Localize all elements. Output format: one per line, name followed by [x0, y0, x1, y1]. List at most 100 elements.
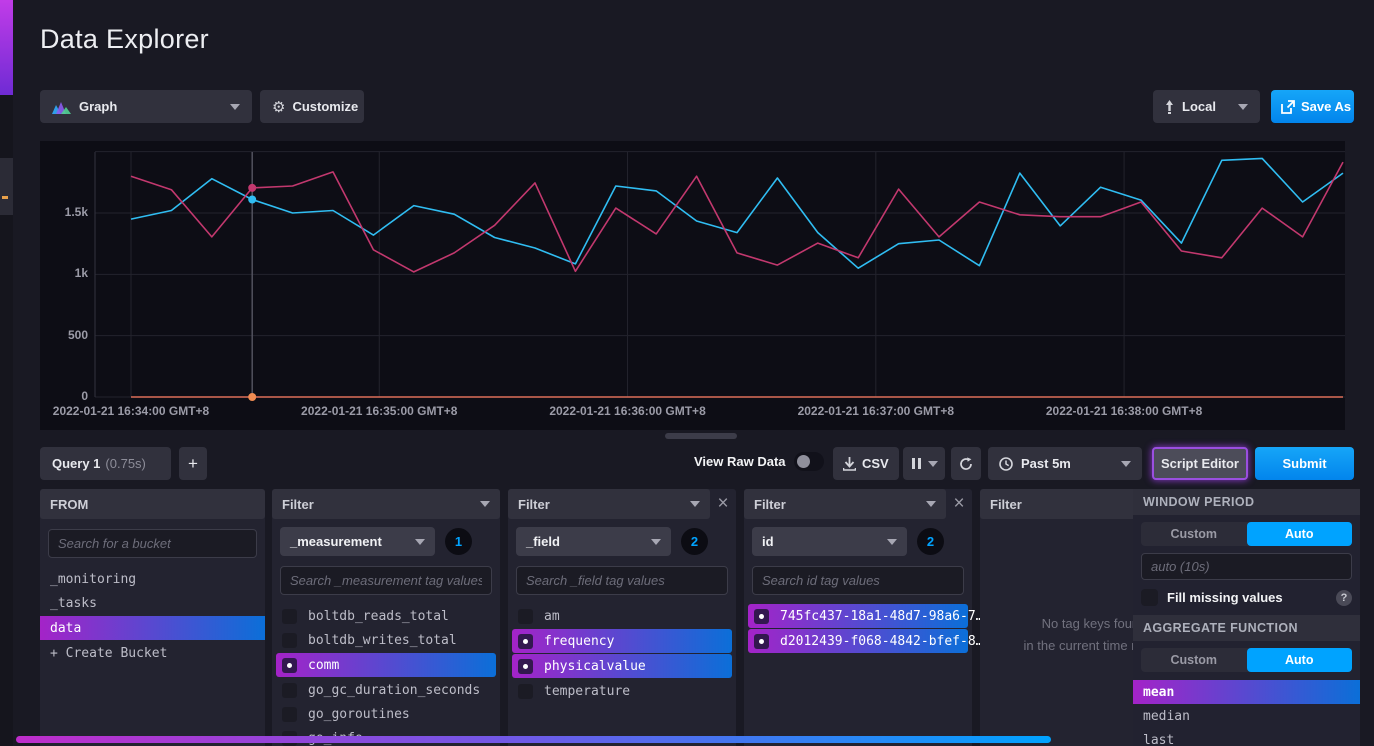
tag-value-row[interactable]: boltdb_reads_total	[272, 604, 500, 628]
checkbox-checked-icon[interactable]	[518, 634, 533, 649]
tag-value-row[interactable]: go_gc_duration_seconds	[272, 678, 500, 702]
tag-value-row[interactable]: d2012439-f068-4842-bfef-8…	[748, 629, 968, 653]
tag-value-row[interactable]: go_goroutines	[272, 702, 500, 726]
window-period-title: WINDOW PERIOD	[1133, 489, 1360, 515]
nav-rail	[0, 0, 13, 746]
help-icon[interactable]: ?	[1336, 590, 1352, 606]
bucket-row[interactable]: _monitoring	[40, 567, 265, 591]
chart-canvas	[40, 141, 1345, 430]
y-axis-tick-label: 1k	[46, 266, 88, 280]
chevron-down-icon	[1121, 461, 1131, 467]
tag-value-row[interactable]: comm	[276, 653, 496, 677]
chevron-down-icon	[887, 539, 897, 545]
pause-icon	[912, 458, 921, 469]
write-target-label: Local	[1182, 99, 1216, 114]
window-custom-option[interactable]: Custom	[1141, 522, 1247, 546]
clock-icon	[999, 457, 1013, 471]
aggregate-function-row[interactable]: mean	[1133, 680, 1360, 704]
checkbox-icon[interactable]	[282, 609, 297, 624]
filter-panel-id: Filter × id 2 745fc437-18a1-48d7-98a6-7……	[744, 489, 972, 746]
chevron-down-icon	[1238, 104, 1248, 110]
bucket-search-input[interactable]	[48, 529, 257, 558]
nav-rail-logo-strip[interactable]	[0, 0, 13, 95]
customize-button[interactable]: ⚙ Customize	[260, 90, 364, 123]
add-query-button[interactable]: +	[179, 447, 207, 480]
checkbox-checked-icon[interactable]	[518, 659, 533, 674]
time-series-chart[interactable]: 05001k1.5k 2022-01-21 16:34:00 GMT+82022…	[40, 141, 1345, 430]
write-target-dropdown[interactable]: Local	[1153, 90, 1260, 123]
checkbox-icon[interactable]	[282, 633, 297, 648]
panel-resize-handle[interactable]	[665, 433, 737, 439]
tag-value-label: physicalvalue	[544, 659, 646, 674]
selected-count-badge: 2	[917, 528, 944, 555]
tag-value-search-input[interactable]	[752, 566, 964, 595]
window-auto-option[interactable]: Auto	[1247, 522, 1353, 546]
checkbox-checked-icon[interactable]	[754, 609, 769, 624]
x-axis-tick-label: 2022-01-21 16:35:00 GMT+8	[301, 404, 457, 418]
checkbox-icon[interactable]	[518, 684, 533, 699]
area-chart-icon	[52, 100, 71, 114]
tag-value-row[interactable]: boltdb_writes_total	[272, 628, 500, 652]
bucket-row[interactable]: _tasks	[40, 591, 265, 615]
chevron-down-icon	[415, 539, 425, 545]
checkbox-checked-icon[interactable]	[282, 658, 297, 673]
chevron-down-icon	[928, 461, 938, 467]
tag-key-dropdown[interactable]: _field	[516, 527, 671, 556]
bucket-row[interactable]: data	[40, 616, 265, 640]
visualization-type-dropdown[interactable]: Graph	[40, 90, 252, 123]
filter-panel-header[interactable]: Filter	[508, 489, 710, 519]
tag-value-row[interactable]: 745fc437-18a1-48d7-98a6-7…	[748, 604, 968, 628]
tag-value-label: 745fc437-18a1-48d7-98a6-7…	[780, 609, 984, 624]
tag-value-list: boltdb_reads_total boltdb_writes_totalcom…	[272, 604, 500, 746]
tag-key-dropdown[interactable]: id	[752, 527, 907, 556]
fill-missing-values-checkbox[interactable]	[1141, 589, 1158, 606]
close-icon[interactable]: ×	[946, 489, 972, 519]
aggregate-function-row[interactable]: last	[1133, 728, 1360, 746]
script-editor-button[interactable]: Script Editor	[1152, 447, 1248, 480]
refresh-button[interactable]	[951, 447, 981, 480]
aggregate-function-row[interactable]: median	[1133, 704, 1360, 728]
tag-key-dropdown[interactable]: _measurement	[280, 527, 435, 556]
tag-value-label: temperature	[544, 684, 630, 699]
tag-value-search-input[interactable]	[516, 566, 728, 595]
close-icon[interactable]: ×	[710, 489, 736, 519]
checkbox-checked-icon[interactable]	[754, 634, 769, 649]
filter-panel-field: Filter × _field 2 amfrequencyphysicalval…	[508, 489, 736, 746]
checkbox-icon[interactable]	[518, 609, 533, 624]
filter-panel-header[interactable]: Filter	[744, 489, 946, 519]
checkbox-icon[interactable]	[282, 683, 297, 698]
filter-panel-header[interactable]: Filter	[272, 489, 500, 519]
nav-rail-marker	[2, 196, 8, 199]
create-bucket-button[interactable]: + Create Bucket	[40, 641, 265, 665]
tag-value-label: boltdb_writes_total	[308, 633, 457, 648]
tag-value-label: am	[544, 609, 560, 624]
tag-value-row[interactable]: temperature	[508, 679, 736, 703]
pause-button[interactable]	[903, 447, 945, 480]
tag-value-row[interactable]: frequency	[512, 629, 732, 653]
chevron-down-icon	[230, 104, 240, 110]
checkbox-icon[interactable]	[282, 707, 297, 722]
filter-panel-measurement: Filter _measurement 1 boltdb_reads_total…	[272, 489, 500, 746]
aggregate-function-list: meanmedianlast	[1133, 680, 1360, 746]
view-raw-data-toggle[interactable]	[794, 452, 824, 471]
download-csv-button[interactable]: CSV	[833, 447, 899, 480]
save-as-button[interactable]: Save As	[1271, 90, 1354, 123]
aggregate-auto-option[interactable]: Auto	[1247, 648, 1353, 672]
chevron-down-icon	[651, 539, 661, 545]
tag-value-label: boltdb_reads_total	[308, 609, 449, 624]
query-tab[interactable]: Query 1 (0.75s)	[40, 447, 171, 480]
from-panel: FROM _monitoring_tasksdata + Create Buck…	[40, 489, 265, 746]
horizontal-scrollbar[interactable]	[16, 736, 1051, 743]
visualization-type-label: Graph	[79, 99, 117, 114]
aggregate-custom-option[interactable]: Custom	[1141, 648, 1247, 672]
tag-value-row[interactable]: physicalvalue	[512, 654, 732, 678]
tag-value-row[interactable]: am	[508, 604, 736, 628]
tag-value-search-input[interactable]	[280, 566, 492, 595]
submit-button[interactable]: Submit	[1255, 447, 1354, 480]
window-period-input[interactable]	[1141, 553, 1352, 580]
chevron-down-icon	[690, 501, 700, 507]
y-axis-tick-label: 0	[46, 389, 88, 403]
window-period-toggle: Custom Auto	[1141, 522, 1352, 546]
time-range-dropdown[interactable]: Past 5m	[988, 447, 1142, 480]
nav-rail-item[interactable]	[0, 158, 13, 215]
